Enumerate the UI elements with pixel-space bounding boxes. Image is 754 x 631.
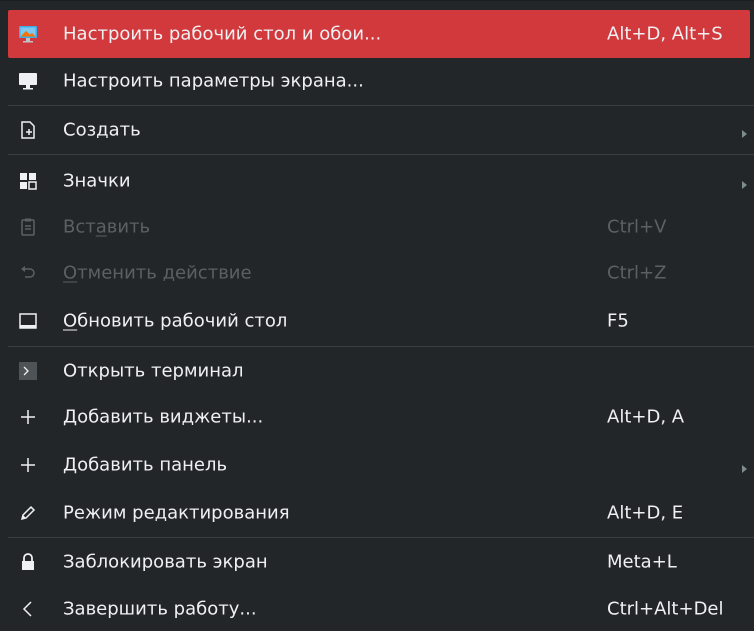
menu-item-undo: Отменить действие Ctrl+Z: [8, 251, 752, 295]
menu-item-shortcut: Ctrl+V: [607, 216, 667, 238]
menu-separator: [8, 154, 754, 155]
menu-item-label: Настроить рабочий стол и обои...: [63, 23, 382, 45]
menu-item-label: Добавить панель: [63, 454, 228, 476]
submenu-arrow-icon: [740, 459, 750, 473]
menu-item-shortcut: Alt+D, A: [607, 406, 685, 428]
new-document-icon: [18, 120, 38, 140]
menu-item-label: Завершить работу...: [63, 598, 257, 620]
menu-item-label: Настроить параметры экрана...: [63, 70, 364, 92]
pencil-icon: [18, 503, 38, 523]
menu-item-configure-desktop[interactable]: Настроить рабочий стол и обои... Alt+D, …: [8, 10, 750, 58]
menu-item-label: Добавить виджеты...: [63, 406, 264, 428]
menu-separator: [8, 537, 754, 538]
menu-item-paste: Вставить Ctrl+V: [8, 205, 752, 249]
menu-item-label: Обновить рабочий стол: [63, 310, 288, 332]
monitor-icon: [18, 71, 38, 91]
menu-item-label: Открыть терминал: [63, 360, 244, 382]
menu-item-add-panel[interactable]: Добавить панель: [8, 443, 752, 487]
submenu-arrow-icon: [740, 175, 750, 189]
menu-item-shortcut: Meta+L: [607, 551, 677, 573]
menu-item-refresh-desktop[interactable]: Обновить рабочий стол F5: [8, 299, 752, 343]
menu-item-shortcut: Alt+D, Alt+S: [607, 23, 723, 45]
menu-item-shutdown[interactable]: Завершить работу... Ctrl+Alt+Del: [8, 587, 752, 631]
menu-item-edit-mode[interactable]: Режим редактирования Alt+D, E: [8, 491, 752, 535]
menu-item-label: Отменить действие: [63, 262, 252, 284]
menu-item-add-widgets[interactable]: Добавить виджеты... Alt+D, A: [8, 395, 752, 439]
undo-icon: [18, 263, 38, 283]
icons-grid-icon: [18, 171, 38, 191]
menu-item-configure-display[interactable]: Настроить параметры экрана...: [8, 59, 752, 103]
menu-item-label: Заблокировать экран: [63, 551, 268, 573]
menu-item-label: Значки: [63, 170, 131, 192]
refresh-desktop-icon: [18, 311, 38, 331]
clipboard-paste-icon: [18, 217, 38, 237]
menu-item-shortcut: Alt+D, E: [607, 502, 684, 524]
menu-item-create[interactable]: Создать: [8, 108, 752, 152]
lock-icon: [18, 552, 38, 572]
chevron-left-icon: [18, 599, 38, 619]
menu-item-shortcut: Ctrl+Z: [607, 262, 667, 284]
desktop-wallpaper-icon: [18, 24, 38, 44]
menu-item-label: Режим редактирования: [63, 502, 290, 524]
plus-icon: [18, 455, 38, 475]
menu-item-shortcut: Ctrl+Alt+Del: [607, 598, 724, 620]
menu-separator: [8, 105, 754, 106]
terminal-icon: [18, 361, 38, 381]
plus-icon: [18, 407, 38, 427]
desktop-context-menu: Настроить рабочий стол и обои... Alt+D, …: [0, 0, 754, 622]
menu-item-label: Вставить: [63, 216, 151, 238]
submenu-arrow-icon: [740, 124, 750, 138]
menu-item-shortcut: F5: [607, 310, 629, 332]
menu-item-icons[interactable]: Значки: [8, 159, 752, 203]
menu-item-lock-screen[interactable]: Заблокировать экран Meta+L: [8, 540, 752, 584]
menu-item-label: Создать: [63, 119, 141, 141]
menu-separator: [8, 346, 754, 347]
menu-item-open-terminal[interactable]: Открыть терминал: [8, 349, 752, 393]
